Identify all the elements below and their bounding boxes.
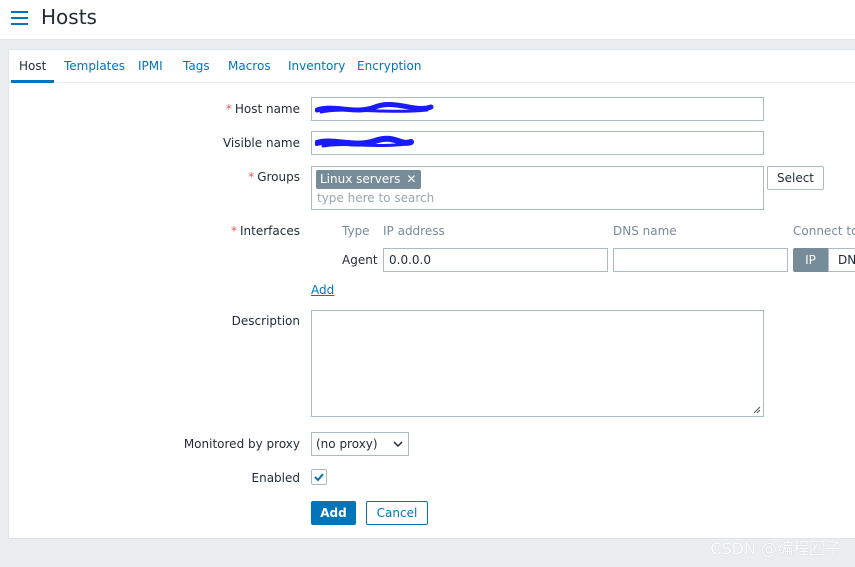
watermark-text: CSDN @编程圈子: [710, 539, 841, 558]
groups-multiselect[interactable]: Linux servers ✕ type here to search: [311, 166, 764, 210]
groups-label: * Groups: [248, 170, 300, 184]
add-interface-link[interactable]: Add: [311, 283, 334, 297]
enabled-label: Enabled: [251, 471, 301, 485]
required-mark: *: [231, 224, 238, 238]
group-chip-linux-servers: Linux servers ✕: [316, 170, 422, 189]
connect-to-ip-button[interactable]: IP: [793, 248, 828, 272]
proxy-label: Monitored by proxy: [183, 437, 300, 451]
column-type: Type: [342, 224, 370, 238]
redaction-scribble: [315, 135, 414, 148]
tab-host[interactable]: Host: [19, 59, 46, 73]
resize-grip-icon[interactable]: [753, 406, 761, 414]
host-name-label: * Host name: [225, 102, 300, 116]
redaction-scribble: [315, 101, 434, 114]
host-form-panel: Host Templates IPMI Tags Macros Inventor…: [8, 49, 855, 539]
proxy-select[interactable]: (no proxy): [311, 432, 409, 456]
tab-encryption[interactable]: Encryption: [357, 59, 421, 73]
interface-ip-input[interactable]: 0.0.0.0: [383, 248, 608, 272]
groups-select-button[interactable]: Select: [767, 166, 824, 190]
column-dns-name: DNS name: [613, 224, 677, 238]
column-connect-to: Connect to: [793, 224, 855, 238]
visible-name-input[interactable]: [311, 131, 764, 155]
groups-search-placeholder[interactable]: type here to search: [317, 191, 434, 205]
tab-tags[interactable]: Tags: [183, 59, 210, 73]
host-name-input[interactable]: [311, 97, 764, 121]
interfaces-label: * Interfaces: [231, 224, 300, 238]
interface-type-agent: Agent: [342, 253, 378, 267]
tab-macros[interactable]: Macros: [228, 59, 271, 73]
page-title: Hosts: [41, 5, 97, 29]
tab-bar: Host Templates IPMI Tags Macros Inventor…: [9, 50, 855, 83]
remove-chip-icon[interactable]: ✕: [406, 172, 416, 186]
description-label: Description: [231, 314, 300, 328]
column-ip-address: IP address: [383, 224, 445, 238]
hamburger-menu-icon[interactable]: [11, 11, 28, 25]
description-textarea[interactable]: [311, 310, 764, 417]
visible-name-label: Visible name: [222, 136, 300, 150]
add-button[interactable]: Add: [311, 501, 356, 525]
tab-inventory[interactable]: Inventory: [288, 59, 345, 73]
required-mark: *: [248, 170, 255, 184]
chevron-down-icon: [393, 441, 403, 448]
checkmark-icon: [314, 473, 324, 482]
cancel-button[interactable]: Cancel: [366, 501, 428, 525]
required-mark: *: [225, 102, 232, 116]
enabled-checkbox[interactable]: [311, 469, 327, 485]
tab-ipmi[interactable]: IPMI: [138, 59, 163, 73]
interface-dns-input[interactable]: [613, 248, 788, 272]
page-header: Hosts: [0, 0, 855, 40]
tab-templates[interactable]: Templates: [64, 59, 125, 73]
connect-to-dns-button[interactable]: DNS: [828, 248, 855, 272]
active-tab-indicator: [11, 80, 54, 83]
